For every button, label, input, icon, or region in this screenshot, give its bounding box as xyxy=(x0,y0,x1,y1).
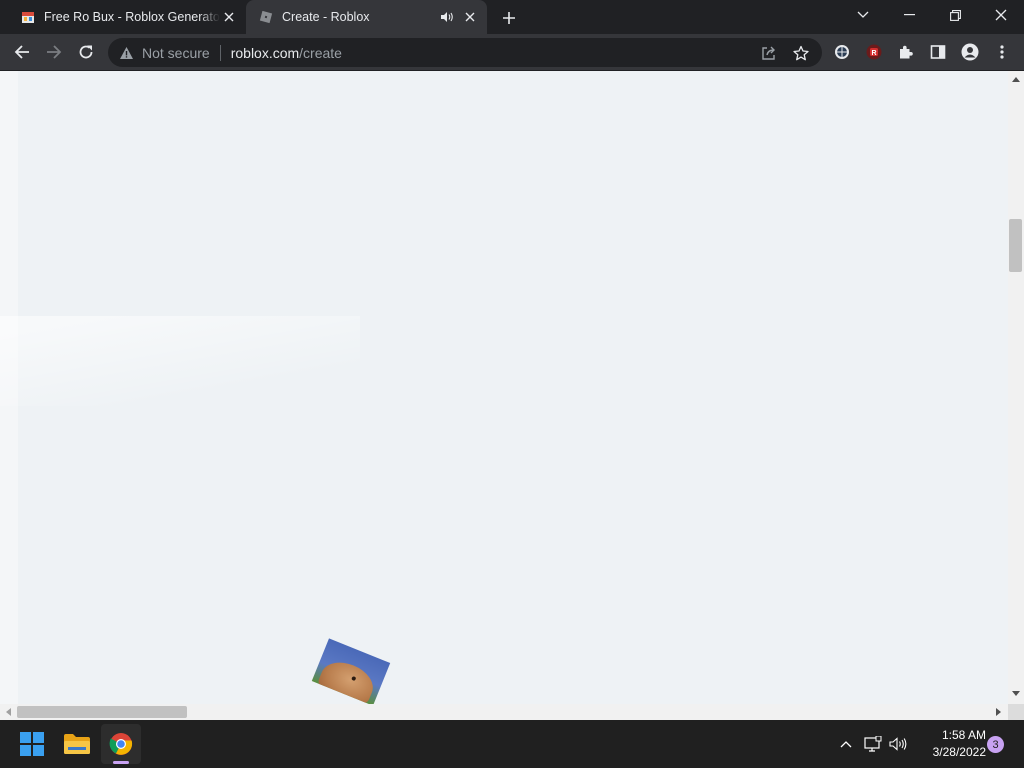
scroll-left-arrow-icon[interactable] xyxy=(3,707,13,717)
running-indicator xyxy=(113,761,129,764)
hamster-body xyxy=(315,655,379,704)
chevron-down-icon xyxy=(857,11,869,18)
address-bar[interactable]: Not secure roblox.com/create xyxy=(108,38,822,67)
more-vert-icon xyxy=(1000,45,1004,59)
arrow-right-icon xyxy=(47,45,62,59)
scroll-right-arrow-icon[interactable] xyxy=(994,707,1004,717)
tab-create-roblox[interactable]: Create - Roblox xyxy=(246,0,487,34)
taskbar-clock[interactable]: 1:58 AM 3/28/2022 xyxy=(912,727,986,761)
puzzle-icon xyxy=(900,45,913,59)
horizontal-scroll-thumb[interactable] xyxy=(17,706,187,718)
svg-text:R: R xyxy=(871,50,876,57)
back-button[interactable] xyxy=(8,38,36,66)
reload-button[interactable] xyxy=(72,38,100,66)
restore-icon xyxy=(949,9,961,21)
close-tab-icon[interactable] xyxy=(220,8,238,26)
minimize-button[interactable] xyxy=(886,0,932,30)
hamster-image xyxy=(311,638,391,704)
chevron-up-icon xyxy=(840,741,852,748)
security-label[interactable]: Not secure xyxy=(142,45,210,61)
warning-icon[interactable] xyxy=(118,45,134,61)
url-host: roblox.com xyxy=(230,44,300,61)
clock-time: 1:58 AM xyxy=(941,728,986,742)
close-tab-icon[interactable] xyxy=(461,8,479,26)
close-icon xyxy=(995,9,1007,21)
reload-icon xyxy=(79,45,93,59)
notification-badge[interactable]: 3 xyxy=(987,736,1004,753)
divider xyxy=(219,44,221,61)
tab-title: Free Ro Bux - Roblox Generator - xyxy=(44,10,220,24)
tab-search-button[interactable] xyxy=(840,0,886,30)
folder-icon xyxy=(64,734,90,754)
bookmark-star-icon[interactable] xyxy=(792,44,810,62)
menu-button[interactable] xyxy=(988,38,1016,66)
browser-toolbar: Not secure roblox.com/create R xyxy=(0,34,1024,71)
roblox-extension-button[interactable]: R xyxy=(860,38,888,66)
extension-button[interactable] xyxy=(828,38,856,66)
tab-free-robux[interactable]: Free Ro Bux - Roblox Generator - xyxy=(8,0,246,34)
volume-icon xyxy=(889,737,907,751)
file-explorer-button[interactable] xyxy=(57,724,97,764)
tab-strip: Free Ro Bux - Roblox Generator - Create … xyxy=(0,0,1024,34)
network-icon xyxy=(864,736,882,752)
page-content xyxy=(0,71,1008,704)
restore-button[interactable] xyxy=(932,0,978,30)
scrollbar-corner xyxy=(1008,704,1024,720)
minimize-icon xyxy=(903,14,915,16)
show-hidden-icons-button[interactable] xyxy=(836,732,856,756)
volume-button[interactable] xyxy=(888,732,908,756)
forward-button[interactable] xyxy=(40,38,68,66)
roblox-extension-icon: R xyxy=(866,44,882,60)
url-path: /create xyxy=(299,44,342,61)
extension-globe-icon xyxy=(835,45,849,59)
new-tab-button[interactable] xyxy=(498,7,520,29)
vertical-scroll-thumb[interactable] xyxy=(1009,219,1022,272)
tab-title: Create - Roblox xyxy=(282,10,370,24)
chrome-button[interactable] xyxy=(101,724,141,764)
windows-start-icon xyxy=(20,732,44,756)
roblox-generator-favicon-icon xyxy=(20,9,36,25)
scroll-down-arrow-icon[interactable] xyxy=(1011,689,1021,699)
vertical-scrollbar[interactable] xyxy=(1008,71,1024,704)
extensions-button[interactable] xyxy=(892,38,920,66)
profile-button[interactable] xyxy=(956,38,984,66)
close-window-button[interactable] xyxy=(978,0,1024,30)
plus-icon xyxy=(503,12,515,24)
background-highlight xyxy=(0,316,360,406)
speaker-icon[interactable] xyxy=(439,9,455,25)
chrome-icon xyxy=(109,733,133,755)
clock-date: 3/28/2022 xyxy=(932,745,986,759)
profile-icon xyxy=(961,43,979,61)
arrow-left-icon xyxy=(14,45,29,59)
scroll-up-arrow-icon[interactable] xyxy=(1011,74,1021,84)
side-panel-button[interactable] xyxy=(924,38,952,66)
roblox-favicon-icon xyxy=(258,9,274,25)
share-icon[interactable] xyxy=(760,44,778,62)
start-button[interactable] xyxy=(12,724,52,764)
side-panel-icon xyxy=(930,45,946,59)
network-button[interactable] xyxy=(863,732,883,756)
